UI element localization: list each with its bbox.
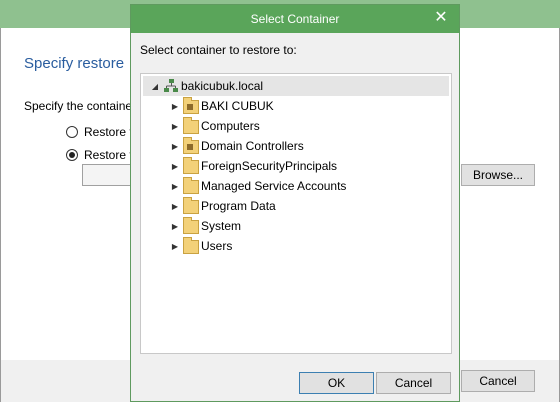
expand-arrow-icon[interactable]: ▶ xyxy=(169,100,181,112)
tree-node-label: System xyxy=(201,219,242,233)
cancel-button[interactable]: Cancel xyxy=(376,372,451,394)
tree-node-container[interactable]: ▶ Users xyxy=(169,236,232,256)
tree-node-label: Program Data xyxy=(201,199,276,213)
wizard-cancel-button[interactable]: Cancel xyxy=(461,370,535,392)
select-container-dialog: Select Container ✕ Select container to r… xyxy=(130,4,460,402)
ou-folder-icon xyxy=(183,137,199,154)
restore-original-radio[interactable] xyxy=(66,126,78,138)
expand-arrow-icon[interactable]: ▶ xyxy=(169,160,181,172)
expand-arrow-icon[interactable]: ▶ xyxy=(169,180,181,192)
folder-icon xyxy=(183,237,199,254)
expand-arrow-icon[interactable]: ▶ xyxy=(169,140,181,152)
folder-icon xyxy=(183,217,199,234)
tree-node-domain[interactable]: ◢ bakicubuk.local xyxy=(143,76,449,96)
tree-node-container[interactable]: ▶ Computers xyxy=(169,116,260,136)
expand-arrow-icon[interactable]: ▶ xyxy=(169,240,181,252)
folder-icon xyxy=(183,157,199,174)
restore-other-label: Restore t xyxy=(84,148,133,162)
tree-node-label: Users xyxy=(201,239,233,253)
tree-node-container[interactable]: ▶ ForeignSecurityPrincipals xyxy=(169,156,337,176)
tree-node-label: Computers xyxy=(201,119,260,133)
browse-button[interactable]: Browse... xyxy=(461,164,535,186)
ok-button[interactable]: OK xyxy=(299,372,374,394)
expand-arrow-icon[interactable]: ▶ xyxy=(169,200,181,212)
collapse-arrow-icon[interactable]: ◢ xyxy=(149,80,161,92)
folder-icon xyxy=(183,117,199,134)
close-icon[interactable]: ✕ xyxy=(431,8,451,28)
tree-node-label: ForeignSecurityPrincipals xyxy=(201,159,338,173)
ou-folder-icon xyxy=(183,97,199,114)
restore-original-label: Restore t xyxy=(84,125,133,139)
domain-icon xyxy=(163,79,179,93)
folder-icon xyxy=(183,177,199,194)
container-tree[interactable]: ◢ bakicubuk.local ▶ BAKI CUBUK ▶ Compute… xyxy=(140,73,452,354)
folder-icon xyxy=(183,197,199,214)
tree-node-label: BAKI CUBUK xyxy=(201,99,274,113)
expand-arrow-icon[interactable]: ▶ xyxy=(169,120,181,132)
wizard-prompt: Specify the containe xyxy=(24,99,133,113)
expand-arrow-icon[interactable]: ▶ xyxy=(169,220,181,232)
restore-other-radio[interactable] xyxy=(66,149,78,161)
tree-node-label: bakicubuk.local xyxy=(181,79,264,93)
wizard-heading: Specify restore xyxy=(24,55,125,72)
tree-node-label: Managed Service Accounts xyxy=(201,179,347,193)
tree-node-container[interactable]: ▶ Managed Service Accounts xyxy=(169,176,346,196)
tree-node-ou[interactable]: ▶ Domain Controllers xyxy=(169,136,304,156)
dialog-prompt: Select container to restore to: xyxy=(140,43,297,57)
tree-node-container[interactable]: ▶ Program Data xyxy=(169,196,276,216)
tree-node-container[interactable]: ▶ System xyxy=(169,216,241,236)
tree-node-ou[interactable]: ▶ BAKI CUBUK xyxy=(169,96,274,116)
dialog-title: Select Container xyxy=(131,5,459,33)
tree-node-label: Domain Controllers xyxy=(201,139,304,153)
